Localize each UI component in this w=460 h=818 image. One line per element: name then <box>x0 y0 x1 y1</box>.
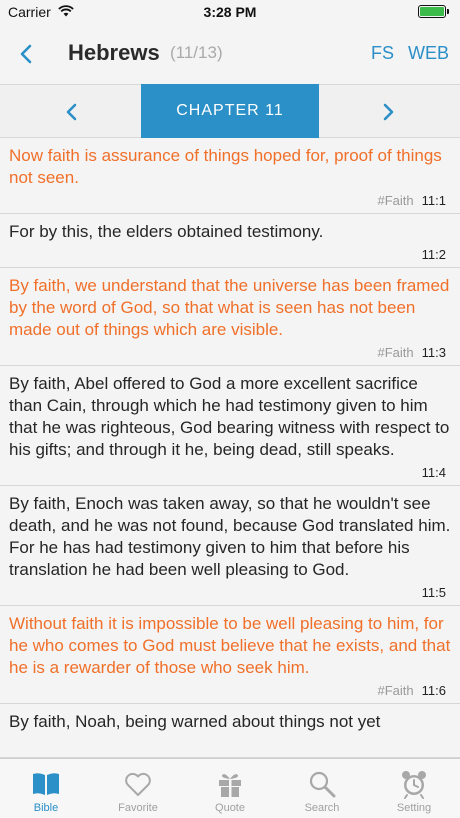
verse-row[interactable]: By faith, Enoch was taken away, so that … <box>0 486 460 606</box>
verse-tag[interactable]: #Faith <box>378 193 414 208</box>
verse-reference: 11:6 <box>421 683 446 698</box>
verse-row[interactable]: By faith, Abel offered to God a more exc… <box>0 366 460 486</box>
fs-button[interactable]: FS <box>371 43 394 64</box>
verse-reference: 11:5 <box>421 585 446 600</box>
tab-label: Search <box>304 802 340 814</box>
tab-search[interactable]: Search <box>276 759 368 818</box>
tab-label: Quote <box>215 802 245 814</box>
book-icon <box>33 773 59 795</box>
alarm-clock-icon <box>402 771 426 799</box>
verse-text: Without faith it is impossible to be wel… <box>9 614 451 677</box>
verse-text: Now faith is assurance of things hoped f… <box>9 146 442 187</box>
status-bar: Carrier 3:28 PM <box>0 0 460 24</box>
verse-reference: 11:2 <box>421 247 446 262</box>
search-icon <box>309 771 336 798</box>
gift-icon <box>219 774 241 797</box>
verse-text: By faith, Enoch was taken away, so that … <box>9 494 451 579</box>
tab-favorite[interactable]: Favorite <box>92 759 184 818</box>
verse-reference: 11:4 <box>421 465 446 480</box>
tab-bar: Bible Favorite Quote Search Setting <box>0 758 460 818</box>
verse-row[interactable]: By faith, Noah, being warned about thing… <box>0 704 460 758</box>
verse-text: By faith, Abel offered to God a more exc… <box>9 374 450 459</box>
tab-label: Favorite <box>118 802 158 814</box>
tab-label: Bible <box>33 802 59 814</box>
verse-tag[interactable]: #Faith <box>378 345 414 360</box>
previous-chapter-icon[interactable] <box>60 100 84 124</box>
verse-row[interactable]: For by this, the elders obtained testimo… <box>0 214 460 268</box>
tab-bible[interactable]: Bible <box>0 759 92 818</box>
verse-text: For by this, the elders obtained testimo… <box>9 222 324 241</box>
verse-row[interactable]: Now faith is assurance of things hoped f… <box>0 138 460 214</box>
verse-reference: 11:3 <box>421 345 446 360</box>
verse-tag[interactable]: #Faith <box>378 683 414 698</box>
verse-reference: 11:1 <box>421 193 446 208</box>
heart-icon <box>125 772 151 796</box>
chapter-label[interactable]: CHAPTER 11 <box>141 84 319 138</box>
verse-row[interactable]: Without faith it is impossible to be wel… <box>0 606 460 704</box>
status-time: 3:28 PM <box>203 4 257 20</box>
verse-row[interactable]: By faith, we understand that the univers… <box>0 268 460 366</box>
verse-list[interactable]: Now faith is assurance of things hoped f… <box>0 138 460 758</box>
book-position: (11/13) <box>170 43 223 62</box>
verse-text: By faith, Noah, being warned about thing… <box>9 712 381 731</box>
chapter-navigator: CHAPTER 11 <box>0 84 460 138</box>
tab-setting[interactable]: Setting <box>368 759 460 818</box>
verse-text: By faith, we understand that the univers… <box>9 276 450 339</box>
web-button[interactable]: WEB <box>408 43 449 64</box>
book-title: Hebrews <box>68 40 160 65</box>
tab-quote[interactable]: Quote <box>184 759 276 818</box>
back-chevron-icon[interactable] <box>16 42 38 66</box>
tab-label: Setting <box>396 802 432 814</box>
battery-icon <box>418 5 449 18</box>
next-chapter-icon[interactable] <box>376 100 400 124</box>
nav-bar: Hebrews (11/13) FS WEB <box>0 24 460 84</box>
